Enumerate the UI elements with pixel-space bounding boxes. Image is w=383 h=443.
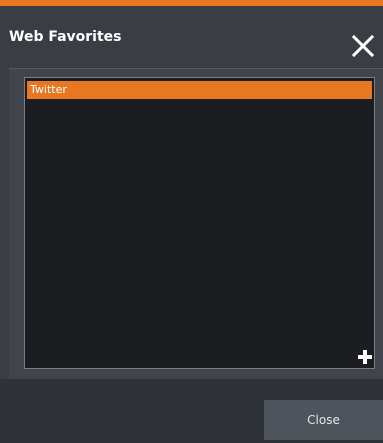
close-icon[interactable] bbox=[351, 34, 375, 58]
list-item[interactable]: Twitter bbox=[27, 81, 372, 99]
accent-bar bbox=[0, 0, 383, 6]
favorites-list[interactable]: Twitter bbox=[24, 77, 375, 369]
dialog-title: Web Favorites bbox=[9, 29, 122, 45]
plus-glyph bbox=[358, 350, 372, 364]
close-x-glyph bbox=[351, 34, 375, 58]
web-favorites-dialog: Web Favorites Twitter Close bbox=[0, 0, 383, 443]
close-button[interactable]: Close bbox=[264, 400, 383, 440]
plus-icon[interactable] bbox=[358, 349, 372, 364]
